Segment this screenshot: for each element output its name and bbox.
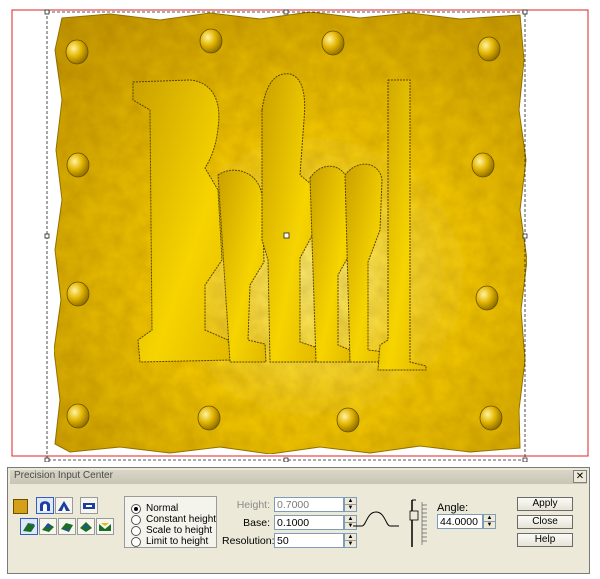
sweep-icon-4 (80, 522, 92, 532)
rivet (66, 281, 90, 307)
mode-normal[interactable]: Normal (131, 503, 178, 514)
rivet (471, 152, 495, 178)
color-swatch[interactable] (13, 499, 28, 514)
panel-profile-icon (83, 503, 95, 509)
rivet (321, 30, 345, 56)
slider-thumb (409, 510, 419, 521)
radio-scale-to-height[interactable] (131, 525, 141, 536)
rivet (336, 407, 360, 433)
resize-handle (522, 457, 528, 462)
resize-handle (44, 9, 50, 15)
height-input[interactable] (274, 497, 344, 512)
resize-handle (283, 9, 289, 15)
base-spinner[interactable]: ▲▼ (274, 515, 358, 530)
arch-profile-button[interactable] (55, 497, 73, 514)
angle-spinner[interactable]: ▲▼ (437, 514, 521, 529)
resize-handle (44, 233, 50, 239)
dome-profile-button[interactable] (36, 497, 54, 514)
mode-radio-group: Normal Constant height Scale to height L… (124, 496, 217, 548)
sweep-icon-2 (42, 523, 54, 532)
panel-titlebar[interactable]: Precision Input Center ✕ (10, 470, 587, 484)
base-label: Base: (243, 517, 270, 529)
profile-curve-preview (353, 511, 399, 527)
height-slider[interactable] (407, 497, 429, 549)
sweep-button-2[interactable] (39, 518, 57, 535)
rivet (477, 36, 501, 62)
resolution-label: Resolution: (222, 535, 275, 547)
radio-normal[interactable] (131, 503, 141, 514)
resolution-spin-arrows[interactable]: ▲ ▼ (344, 533, 357, 548)
close-icon[interactable]: ✕ (573, 470, 587, 483)
help-button[interactable]: Help (517, 533, 573, 547)
mode-normal-label: Normal (146, 503, 179, 514)
resize-handle (44, 457, 50, 462)
sweep-button-4[interactable] (77, 518, 95, 535)
sweep-icon-1 (23, 523, 35, 532)
rivet (197, 405, 221, 431)
rivet (66, 403, 90, 429)
resolution-spinner[interactable]: ▲▼ (274, 533, 358, 548)
mode-constant-height[interactable]: Constant height (131, 514, 216, 525)
sweep-button-1[interactable] (20, 518, 38, 535)
height-spinner[interactable]: ▲▼ (274, 497, 358, 512)
resolution-input[interactable] (274, 533, 344, 548)
angle-spin-arrows[interactable]: ▲ ▼ (483, 514, 496, 529)
spin-down-icon[interactable]: ▼ (484, 521, 495, 528)
rivet (65, 39, 89, 65)
sweep-icon-5 (99, 523, 111, 531)
sweep-icon-3 (61, 523, 73, 532)
sweep-button-5[interactable] (96, 518, 114, 535)
close-button[interactable]: Close (517, 515, 573, 529)
rivet (475, 285, 499, 311)
mode-scale-to-height[interactable]: Scale to height (131, 525, 212, 536)
rivet (66, 152, 90, 178)
mode-constant-height-label: Constant height (146, 514, 217, 525)
resize-handle (522, 233, 528, 239)
base-input[interactable] (274, 515, 344, 530)
radio-constant-height[interactable] (131, 514, 141, 525)
resize-handle (283, 232, 290, 239)
mode-scale-to-height-label: Scale to height (146, 525, 213, 536)
radio-limit-to-height[interactable] (131, 536, 141, 547)
rivet (199, 28, 223, 54)
rivet (479, 405, 503, 431)
resize-handle (283, 457, 289, 462)
dome-profile-icon (40, 501, 50, 511)
arch-profile-icon (58, 501, 70, 511)
spin-down-icon[interactable]: ▼ (345, 540, 356, 547)
height-label: Height: (236, 499, 270, 511)
design-canvas[interactable] (0, 0, 600, 462)
panel-title: Precision Input Center (14, 470, 113, 481)
panel-profile-button[interactable] (80, 497, 98, 514)
angle-label: Angle: (437, 502, 469, 514)
apply-button[interactable]: Apply (517, 497, 573, 511)
angle-input[interactable] (437, 514, 483, 529)
sweep-button-3[interactable] (58, 518, 76, 535)
resize-handle (522, 9, 528, 15)
mode-limit-to-height-label: Limit to height (146, 536, 209, 547)
mode-limit-to-height[interactable]: Limit to height (131, 536, 208, 547)
